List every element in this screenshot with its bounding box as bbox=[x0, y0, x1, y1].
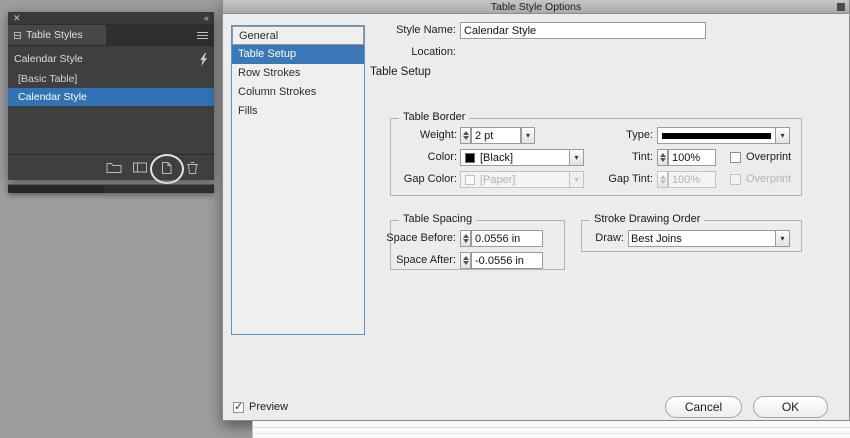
location-label: Location: bbox=[411, 46, 456, 58]
dialog-category-list: General Table Setup Row Strokes Column S… bbox=[231, 25, 365, 335]
preview-label: Preview bbox=[249, 401, 289, 413]
panel-footer bbox=[8, 153, 214, 184]
screenshot-stage: ✕ « Table Styles Calendar Style [Basic T… bbox=[0, 0, 850, 438]
current-style-row[interactable]: Calendar Style bbox=[8, 50, 214, 68]
panel-menu-icon[interactable] bbox=[197, 31, 208, 39]
ok-button[interactable]: OK bbox=[753, 396, 828, 418]
border-color-value: [Black] bbox=[480, 151, 514, 164]
category-column-strokes[interactable]: Column Strokes bbox=[232, 83, 364, 102]
current-style-label: Calendar Style bbox=[14, 53, 83, 65]
draw-select[interactable]: Best Joins ▾ bbox=[628, 230, 790, 247]
table-styles-panel: ✕ « Table Styles Calendar Style [Basic T… bbox=[8, 12, 214, 184]
section-heading: Table Setup bbox=[370, 66, 431, 78]
overprint-checkbox[interactable] bbox=[730, 152, 741, 163]
window-widget-icon[interactable] bbox=[837, 3, 845, 11]
table-styles-icon bbox=[14, 31, 21, 39]
table-spacing-group: Table Spacing Space Before: Space After: bbox=[386, 213, 565, 270]
overprint-label: Overprint bbox=[746, 151, 792, 163]
gap-tint-input bbox=[668, 171, 716, 188]
style-name-label: Style Name: bbox=[396, 24, 456, 36]
new-style-group-button[interactable] bbox=[104, 159, 124, 177]
space-before-input[interactable] bbox=[471, 230, 543, 247]
table-border-legend: Table Border bbox=[399, 111, 470, 123]
folder-icon bbox=[106, 163, 122, 173]
panel-tab-bar: Table Styles bbox=[8, 25, 214, 46]
black-swatch bbox=[465, 152, 475, 163]
table-spacing-legend: Table Spacing bbox=[399, 213, 477, 225]
panel-header-bar: ✕ « bbox=[8, 12, 214, 25]
gap-tint-stepper bbox=[657, 171, 668, 188]
paper-swatch bbox=[465, 174, 475, 185]
stroke-drawing-order-group: Stroke Drawing Order Draw: Best Joins ▾ bbox=[581, 213, 802, 252]
tint-label: Tint: bbox=[632, 151, 653, 163]
weight-stepper[interactable] bbox=[460, 127, 471, 144]
create-new-style-button[interactable] bbox=[150, 153, 184, 184]
color-label: Color: bbox=[427, 151, 457, 163]
dialog-titlebar: Table Style Options bbox=[223, 0, 849, 14]
document-canvas bbox=[252, 421, 850, 438]
panels-icon bbox=[133, 162, 147, 173]
tint-input[interactable] bbox=[668, 149, 716, 166]
weight-dropdown-icon[interactable]: ▾ bbox=[521, 127, 535, 144]
cancel-button[interactable]: Cancel bbox=[665, 396, 742, 418]
style-item-basic-table[interactable]: [Basic Table] bbox=[8, 70, 214, 88]
gap-overprint-label: Overprint bbox=[746, 173, 792, 185]
space-before-label: Space Before: bbox=[386, 232, 456, 244]
style-list: [Basic Table] Calendar Style bbox=[8, 70, 214, 106]
tab-table-styles[interactable]: Table Styles bbox=[8, 25, 106, 45]
collapse-panel-icon[interactable]: « bbox=[204, 13, 209, 23]
weight-input[interactable] bbox=[471, 127, 521, 144]
gap-tint-label: Gap Tint: bbox=[608, 173, 653, 185]
style-name-input[interactable] bbox=[460, 22, 706, 39]
tint-stepper[interactable] bbox=[657, 149, 668, 166]
category-fills[interactable]: Fills bbox=[232, 102, 364, 121]
space-before-stepper[interactable] bbox=[460, 230, 471, 247]
stroke-drawing-order-legend: Stroke Drawing Order bbox=[590, 213, 705, 225]
chevron-down-icon: ▾ bbox=[775, 231, 789, 246]
clear-overrides-button[interactable] bbox=[130, 159, 150, 177]
space-after-stepper[interactable] bbox=[460, 252, 471, 269]
draw-label: Draw: bbox=[595, 232, 624, 244]
table-border-group: Table Border Weight: ▾ Type: ▾ Color: [B… bbox=[390, 111, 802, 196]
space-after-input[interactable] bbox=[471, 252, 543, 269]
document-rule-line bbox=[253, 433, 850, 434]
stroke-type-select[interactable]: ▾ bbox=[657, 127, 790, 144]
document-rule-line bbox=[253, 427, 850, 428]
gap-color-label: Gap Color: bbox=[403, 173, 457, 185]
draw-value: Best Joins bbox=[631, 232, 682, 245]
type-label: Type: bbox=[626, 129, 653, 141]
table-style-options-dialog: Table Style Options General Table Setup … bbox=[222, 0, 850, 421]
lightning-icon bbox=[200, 52, 207, 66]
close-icon[interactable]: ✕ bbox=[13, 13, 21, 24]
preview-checkbox[interactable] bbox=[233, 400, 244, 413]
gap-overprint-checkbox bbox=[730, 174, 741, 185]
space-after-label: Space After: bbox=[396, 254, 456, 266]
gap-color-value: [Paper] bbox=[480, 173, 516, 186]
solid-line-preview bbox=[662, 132, 771, 139]
chevron-down-icon: ▾ bbox=[775, 128, 789, 143]
weight-label: Weight: bbox=[419, 129, 457, 141]
trash-icon bbox=[186, 161, 198, 174]
dock-segment bbox=[8, 185, 104, 193]
style-item-calendar-style[interactable]: Calendar Style bbox=[8, 88, 214, 106]
category-table-setup[interactable]: Table Setup bbox=[232, 45, 364, 64]
panel-tab-label: Table Styles bbox=[26, 29, 83, 41]
collapsed-dock-strip[interactable] bbox=[8, 184, 214, 193]
category-row-strokes[interactable]: Row Strokes bbox=[232, 64, 364, 83]
delete-style-button[interactable] bbox=[182, 159, 202, 177]
dialog-title: Table Style Options bbox=[490, 1, 582, 13]
new-style-icon bbox=[161, 161, 171, 174]
